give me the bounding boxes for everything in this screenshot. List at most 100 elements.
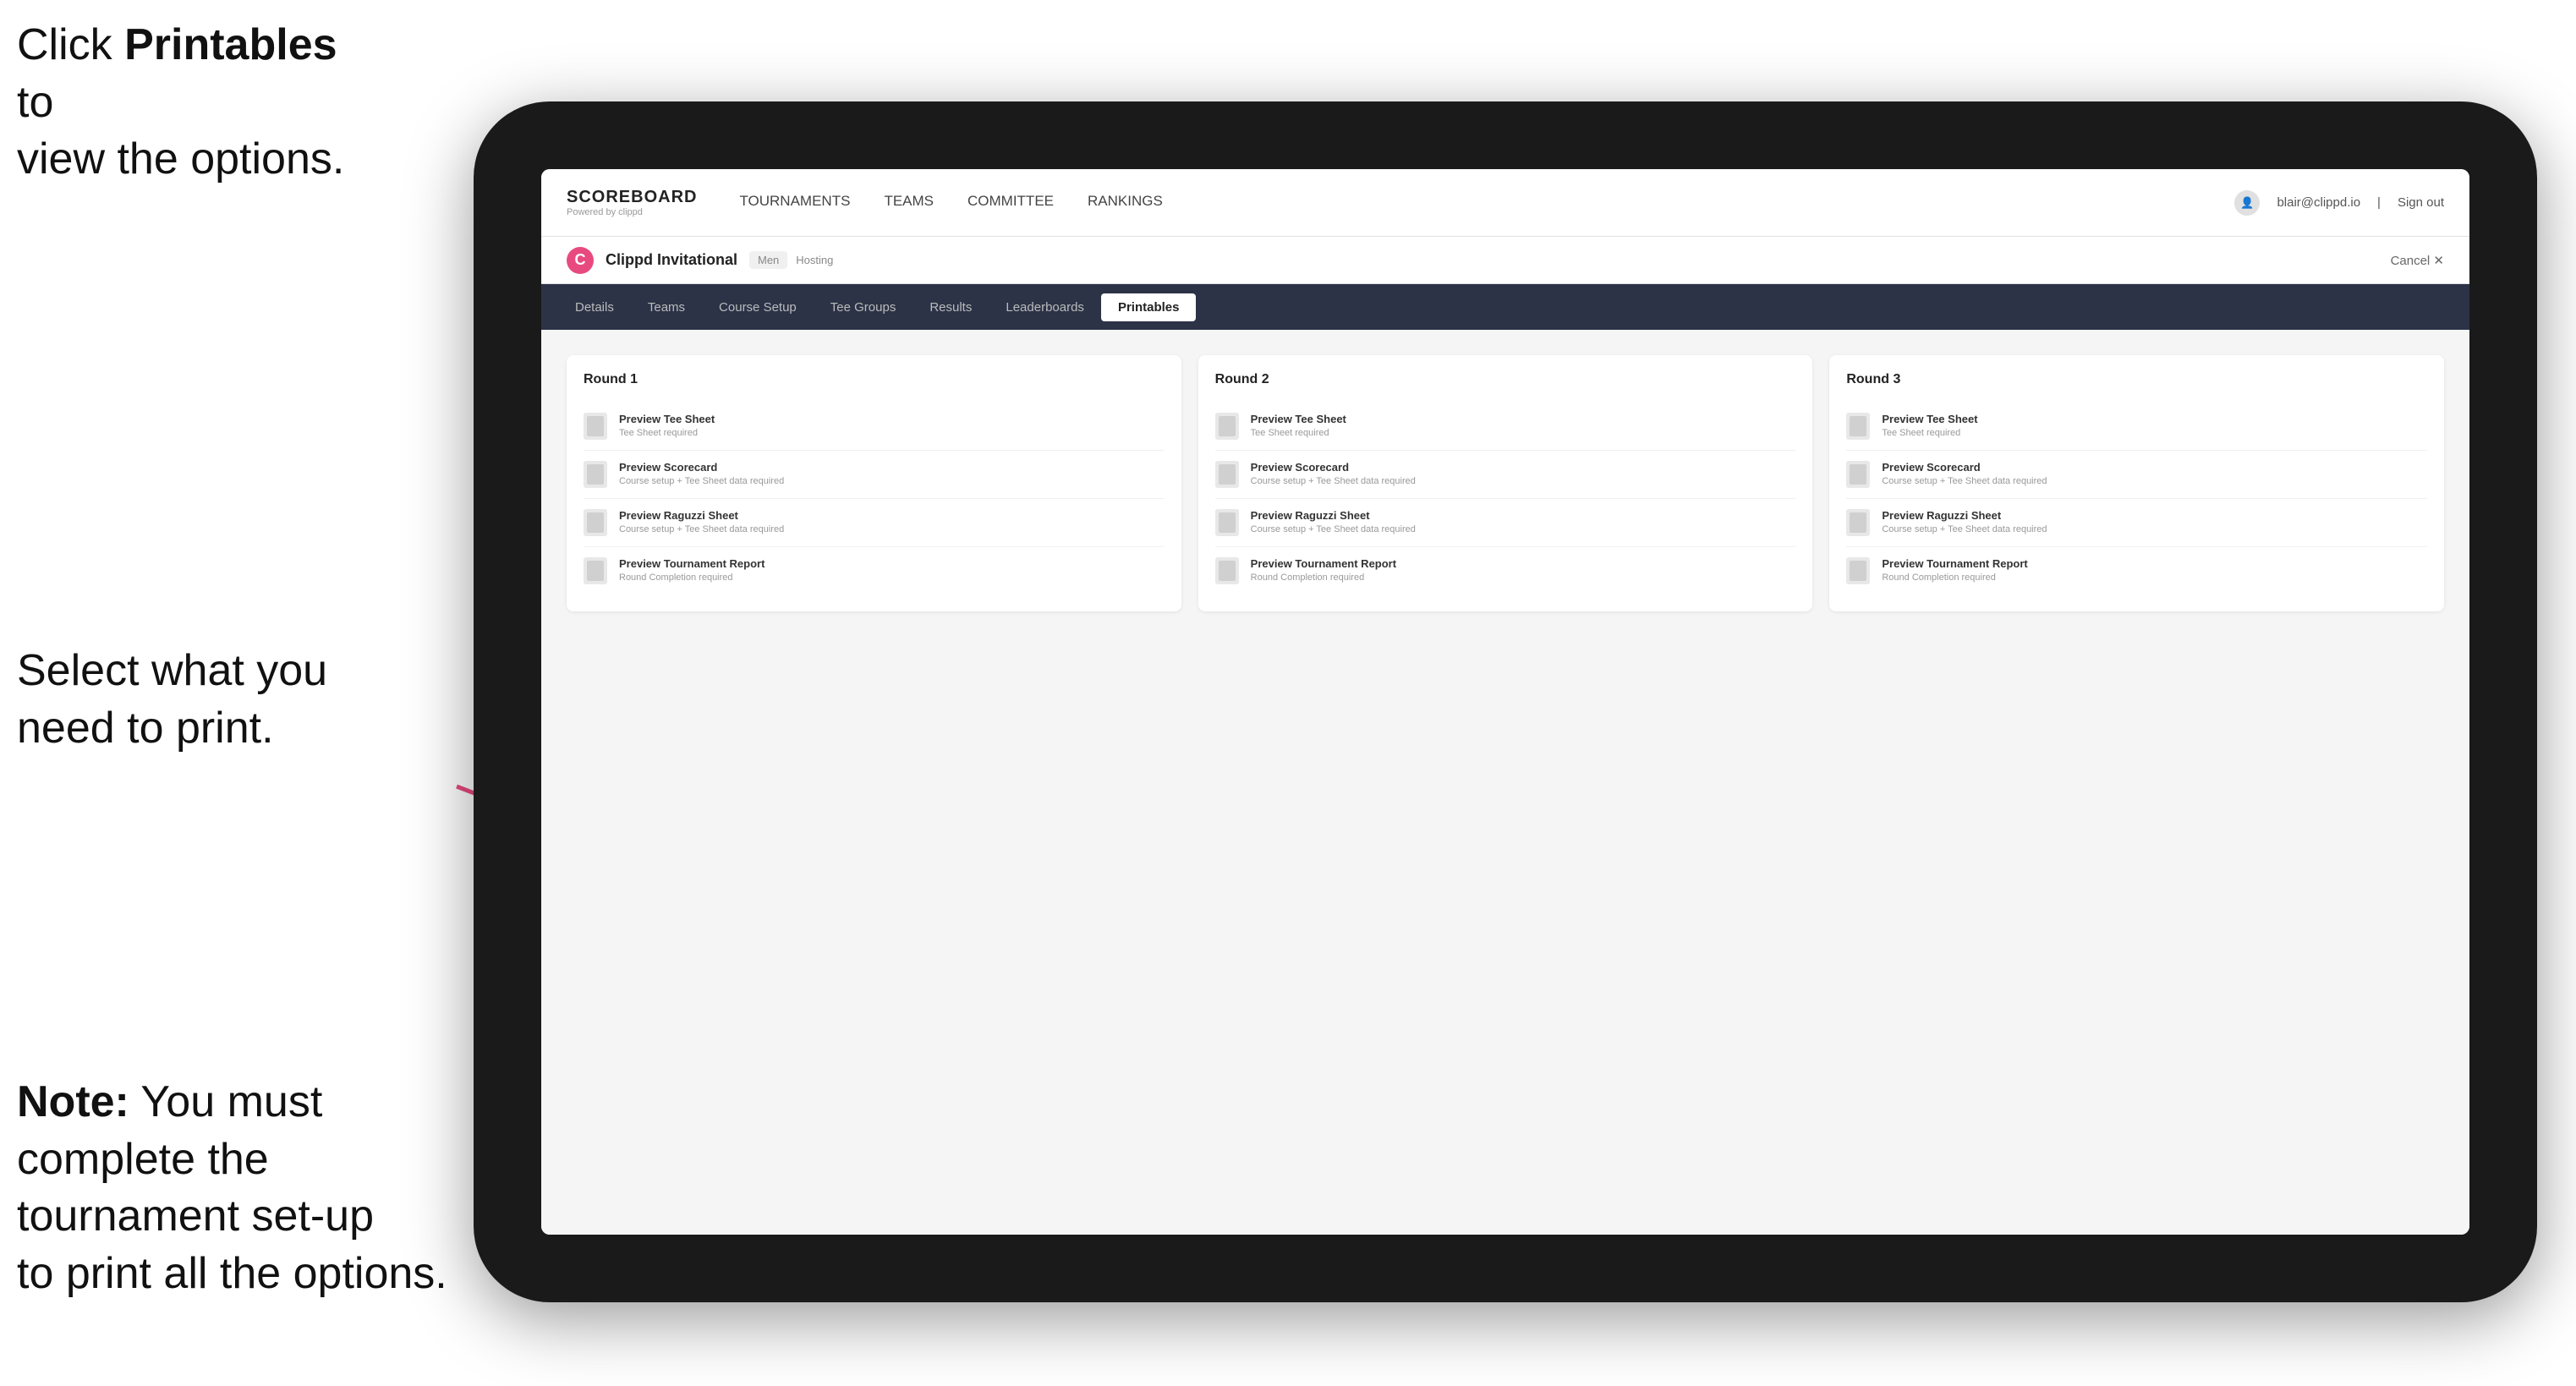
- report-icon-r2: [1215, 557, 1239, 584]
- scorecard-text-r2: Preview Scorecard Course setup + Tee She…: [1251, 461, 1796, 486]
- sign-out-link[interactable]: Sign out: [2398, 195, 2444, 210]
- tab-teams[interactable]: Teams: [631, 293, 702, 321]
- round-3-title: Round 3: [1846, 372, 2427, 387]
- rounds-container: Round 1 Preview Tee Sheet Tee Sheet requ…: [567, 355, 2444, 611]
- scorecard-text-r3: Preview Scorecard Course setup + Tee She…: [1882, 461, 2427, 486]
- scorecard-title-r2: Preview Scorecard: [1251, 461, 1796, 474]
- scorecard-icon-r2: [1215, 461, 1239, 488]
- tee-sheet-title-r3: Preview Tee Sheet: [1882, 413, 2427, 425]
- scorecard-sub-r3: Course setup + Tee Sheet data required: [1882, 476, 2427, 486]
- raguzzi-text-r2: Preview Raguzzi Sheet Course setup + Tee…: [1251, 509, 1796, 534]
- raguzzi-title-r1: Preview Raguzzi Sheet: [619, 509, 1165, 522]
- main-content: Round 1 Preview Tee Sheet Tee Sheet requ…: [541, 330, 2469, 1235]
- sub-nav: Details Teams Course Setup Tee Groups Re…: [541, 284, 2469, 330]
- tablet-screen: SCOREBOARD Powered by clippd TOURNAMENTS…: [541, 169, 2469, 1235]
- annotation-top-text: Click Printables toview the options.: [17, 20, 344, 184]
- scorecard-icon-r1: [584, 461, 607, 488]
- tournament-header: C Clippd Invitational Men Hosting Cancel…: [541, 237, 2469, 284]
- tee-sheet-text-r3: Preview Tee Sheet Tee Sheet required: [1882, 413, 2427, 438]
- tournament-badge: Men: [749, 251, 787, 269]
- tee-sheet-sub-r2: Tee Sheet required: [1251, 428, 1796, 438]
- annotation-bold: Printables: [124, 20, 337, 69]
- logo-title: SCOREBOARD: [567, 188, 697, 207]
- tab-details[interactable]: Details: [558, 293, 631, 321]
- round-2-scorecard[interactable]: Preview Scorecard Course setup + Tee She…: [1215, 451, 1796, 499]
- raguzzi-sub-r1: Course setup + Tee Sheet data required: [619, 524, 1165, 534]
- report-title-r2: Preview Tournament Report: [1251, 557, 1796, 570]
- report-text-r2: Preview Tournament Report Round Completi…: [1251, 557, 1796, 583]
- raguzzi-sub-r3: Course setup + Tee Sheet data required: [1882, 524, 2427, 534]
- logo-area: SCOREBOARD Powered by clippd: [567, 188, 697, 217]
- round-1-tournament-report[interactable]: Preview Tournament Report Round Completi…: [584, 547, 1165, 594]
- scorecard-icon-r3: [1846, 461, 1870, 488]
- round-1-raguzzi[interactable]: Preview Raguzzi Sheet Course setup + Tee…: [584, 499, 1165, 547]
- round-3-raguzzi[interactable]: Preview Raguzzi Sheet Course setup + Tee…: [1846, 499, 2427, 547]
- raguzzi-icon-r2: [1215, 509, 1239, 536]
- tee-sheet-icon-r2: [1215, 413, 1239, 440]
- tab-printables[interactable]: Printables: [1101, 293, 1197, 321]
- round-2-title: Round 2: [1215, 372, 1796, 387]
- tournament-logo-letter: C: [575, 251, 586, 269]
- tab-course-setup[interactable]: Course Setup: [702, 293, 814, 321]
- raguzzi-icon-r1: [584, 509, 607, 536]
- round-2-column: Round 2 Preview Tee Sheet Tee Sheet requ…: [1198, 355, 1813, 611]
- round-2-raguzzi[interactable]: Preview Raguzzi Sheet Course setup + Tee…: [1215, 499, 1796, 547]
- nav-link-rankings[interactable]: RANKINGS: [1088, 193, 1163, 213]
- report-title-r1: Preview Tournament Report: [619, 557, 1165, 570]
- round-3-scorecard[interactable]: Preview Scorecard Course setup + Tee She…: [1846, 451, 2427, 499]
- tournament-name: Clippd Invitational: [606, 251, 737, 269]
- user-avatar: 👤: [2234, 190, 2260, 216]
- raguzzi-text-r3: Preview Raguzzi Sheet Course setup + Tee…: [1882, 509, 2427, 534]
- round-3-tournament-report[interactable]: Preview Tournament Report Round Completi…: [1846, 547, 2427, 594]
- tab-results[interactable]: Results: [913, 293, 989, 321]
- scorecard-sub-r2: Course setup + Tee Sheet data required: [1251, 476, 1796, 486]
- tournament-status: Hosting: [796, 254, 833, 266]
- raguzzi-title-r2: Preview Raguzzi Sheet: [1251, 509, 1796, 522]
- tab-leaderboards[interactable]: Leaderboards: [989, 293, 1101, 321]
- report-text-r3: Preview Tournament Report Round Completi…: [1882, 557, 2427, 583]
- raguzzi-text-r1: Preview Raguzzi Sheet Course setup + Tee…: [619, 509, 1165, 534]
- report-icon-r1: [584, 557, 607, 584]
- nav-link-committee[interactable]: COMMITTEE: [967, 193, 1054, 213]
- tab-tee-groups[interactable]: Tee Groups: [814, 293, 913, 321]
- round-1-column: Round 1 Preview Tee Sheet Tee Sheet requ…: [567, 355, 1181, 611]
- scorecard-sub-r1: Course setup + Tee Sheet data required: [619, 476, 1165, 486]
- top-nav-right: 👤 blair@clippd.io | Sign out: [2234, 190, 2444, 216]
- report-sub-r1: Round Completion required: [619, 572, 1165, 583]
- round-3-tee-sheet[interactable]: Preview Tee Sheet Tee Sheet required: [1846, 403, 2427, 451]
- annotation-top: Click Printables toview the options.: [17, 17, 372, 189]
- raguzzi-sub-r2: Course setup + Tee Sheet data required: [1251, 524, 1796, 534]
- annotation-mid: Select what youneed to print.: [17, 643, 327, 757]
- nav-link-tournaments[interactable]: TOURNAMENTS: [739, 193, 850, 213]
- round-3-column: Round 3 Preview Tee Sheet Tee Sheet requ…: [1829, 355, 2444, 611]
- round-1-tee-sheet[interactable]: Preview Tee Sheet Tee Sheet required: [584, 403, 1165, 451]
- round-1-title: Round 1: [584, 372, 1165, 387]
- round-1-scorecard[interactable]: Preview Scorecard Course setup + Tee She…: [584, 451, 1165, 499]
- nav-link-teams[interactable]: TEAMS: [884, 193, 934, 213]
- annotation-bottom: Note: You mustcomplete thetournament set…: [17, 1074, 447, 1302]
- tee-sheet-icon-r3: [1846, 413, 1870, 440]
- scorecard-text-r1: Preview Scorecard Course setup + Tee She…: [619, 461, 1165, 486]
- scorecard-title-r3: Preview Scorecard: [1882, 461, 2427, 474]
- annotation-mid-text: Select what youneed to print.: [17, 646, 327, 753]
- round-2-tee-sheet[interactable]: Preview Tee Sheet Tee Sheet required: [1215, 403, 1796, 451]
- nav-separator: |: [2377, 195, 2381, 210]
- scorecard-title-r1: Preview Scorecard: [619, 461, 1165, 474]
- raguzzi-icon-r3: [1846, 509, 1870, 536]
- tablet-device: SCOREBOARD Powered by clippd TOURNAMENTS…: [474, 101, 2537, 1302]
- tournament-logo: C: [567, 247, 594, 274]
- annotation-bottom-bold: Note:: [17, 1077, 129, 1126]
- raguzzi-title-r3: Preview Raguzzi Sheet: [1882, 509, 2427, 522]
- report-sub-r3: Round Completion required: [1882, 572, 2427, 583]
- round-2-tournament-report[interactable]: Preview Tournament Report Round Completi…: [1215, 547, 1796, 594]
- tee-sheet-text-r2: Preview Tee Sheet Tee Sheet required: [1251, 413, 1796, 438]
- tee-sheet-title-r2: Preview Tee Sheet: [1251, 413, 1796, 425]
- cancel-button[interactable]: Cancel ✕: [2391, 253, 2444, 268]
- annotation-bottom-text: Note: You mustcomplete thetournament set…: [17, 1077, 447, 1298]
- tee-sheet-sub-r3: Tee Sheet required: [1882, 428, 2427, 438]
- report-sub-r2: Round Completion required: [1251, 572, 1796, 583]
- tee-sheet-icon-r1: [584, 413, 607, 440]
- report-text-r1: Preview Tournament Report Round Completi…: [619, 557, 1165, 583]
- tee-sheet-sub-r1: Tee Sheet required: [619, 428, 1165, 438]
- top-nav: SCOREBOARD Powered by clippd TOURNAMENTS…: [541, 169, 2469, 237]
